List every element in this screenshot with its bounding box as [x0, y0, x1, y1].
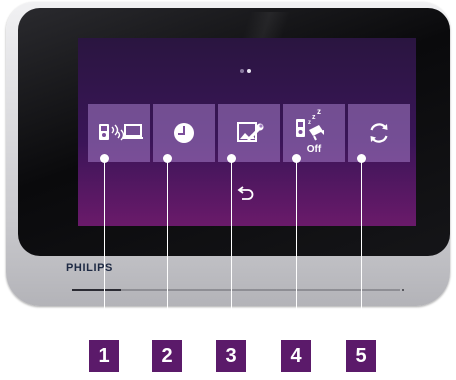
callout-line-1	[104, 158, 105, 340]
svg-text:z: z	[317, 107, 321, 116]
volume-slider-fill	[72, 289, 122, 291]
refresh-icon	[370, 123, 388, 143]
callout-line-3	[231, 158, 232, 340]
callout-line-5	[361, 158, 362, 340]
clock-icon	[174, 123, 194, 143]
page-dot-2-active[interactable]	[247, 69, 251, 73]
tile-clock[interactable]	[153, 104, 215, 162]
tile-refresh[interactable]	[348, 104, 410, 162]
callout-line-4	[296, 158, 297, 340]
intercom-transfer-to-monitor-icon	[99, 124, 143, 141]
svg-text:z: z	[312, 114, 316, 121]
callout-number-3: 3	[216, 340, 246, 372]
tile-intercom-transfer[interactable]	[88, 104, 150, 162]
do-not-disturb-status-label: Off	[306, 144, 322, 155]
callout-number-4: 4	[281, 340, 311, 372]
page-indicator	[238, 69, 258, 75]
tile-image-settings[interactable]	[218, 104, 280, 162]
settings-image-wrench-icon	[237, 122, 264, 142]
monitor-bezel: z z z Off	[18, 8, 450, 256]
callout-number-5: 5	[346, 340, 376, 372]
slider-end-dot	[402, 289, 404, 291]
callout-dot-1	[100, 154, 109, 163]
page-dot-1[interactable]	[240, 69, 244, 73]
callout-dot-2	[163, 154, 172, 163]
volume-slider[interactable]	[72, 289, 400, 291]
back-button[interactable]	[237, 184, 257, 205]
callout-line-2	[167, 158, 168, 340]
brand-logo: PHILIPS	[66, 262, 113, 274]
callout-dot-4	[292, 154, 301, 163]
svg-text:z: z	[308, 120, 311, 126]
callout-number-2: 2	[152, 340, 182, 372]
back-arrow-icon	[237, 186, 254, 200]
callout-number-1: 1	[89, 340, 119, 372]
tile-do-not-disturb[interactable]: z z z Off	[283, 104, 345, 162]
callout-dot-3	[227, 154, 236, 163]
touch-screen: z z z Off	[78, 38, 416, 226]
callout-dot-5	[357, 154, 366, 163]
